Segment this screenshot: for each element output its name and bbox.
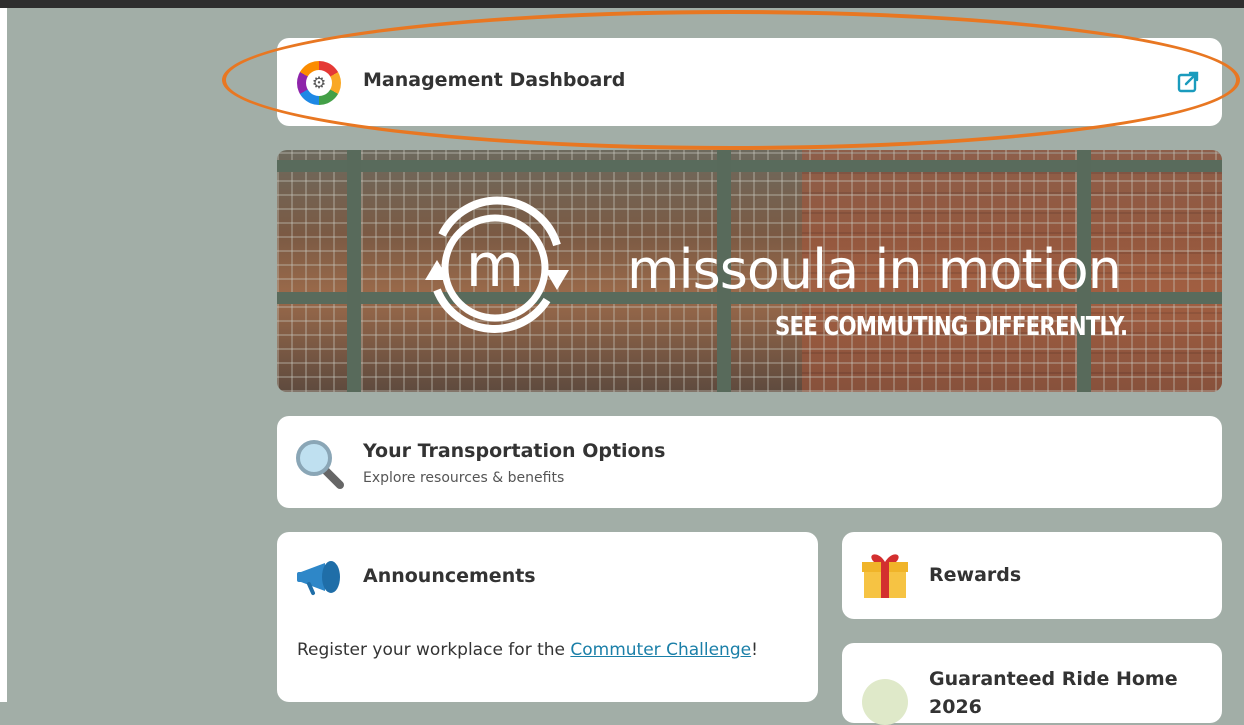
magnifier-icon <box>296 440 344 489</box>
announcement-text-before: Register your workplace for the <box>297 640 571 660</box>
rewards-title: Rewards <box>929 564 1022 586</box>
transportation-options-card[interactable]: Your Transportation Options Explore reso… <box>277 416 1222 508</box>
gift-icon <box>862 554 908 598</box>
banner-tagline: SEE COMMUTING DIFFERENTLY. <box>775 312 1128 342</box>
guaranteed-ride-home-card[interactable]: Guaranteed Ride Home 2026 <box>842 643 1222 725</box>
transportation-title: Your Transportation Options <box>363 440 666 462</box>
hero-banner: m missoula in motion SEE COMMUTING DIFFE… <box>277 150 1222 392</box>
dashboard-gear-icon: ⚙ <box>297 61 341 105</box>
missoula-in-motion-logo-icon: m <box>425 196 569 333</box>
management-dashboard-card[interactable]: ⚙ Management Dashboard <box>277 38 1222 126</box>
left-edge <box>0 8 7 702</box>
management-dashboard-title: Management Dashboard <box>363 69 626 91</box>
rewards-card[interactable]: Rewards <box>842 532 1222 619</box>
megaphone-icon <box>297 561 340 595</box>
svg-text:m: m <box>466 231 524 301</box>
external-link-icon[interactable] <box>1176 70 1200 94</box>
announcement-text-after: ! <box>751 640 758 660</box>
announcements-title: Announcements <box>363 565 536 587</box>
car-icon <box>862 679 908 725</box>
guaranteed-ride-title: Guaranteed Ride Home 2026 <box>929 665 1189 721</box>
window-top-bar <box>0 0 1244 8</box>
railing-post <box>347 150 361 392</box>
guaranteed-ride-title-line1: Guaranteed Ride Home <box>929 668 1178 690</box>
banner-brand-text: missoula in motion <box>627 238 1122 301</box>
transportation-subtitle: Explore resources & benefits <box>363 470 565 486</box>
commuter-challenge-link[interactable]: Commuter Challenge <box>570 640 751 660</box>
announcement-text: Register your workplace for the Commuter… <box>297 640 758 660</box>
announcements-card: Announcements Register your workplace fo… <box>277 532 818 702</box>
guaranteed-ride-title-line2: 2026 <box>929 696 982 718</box>
